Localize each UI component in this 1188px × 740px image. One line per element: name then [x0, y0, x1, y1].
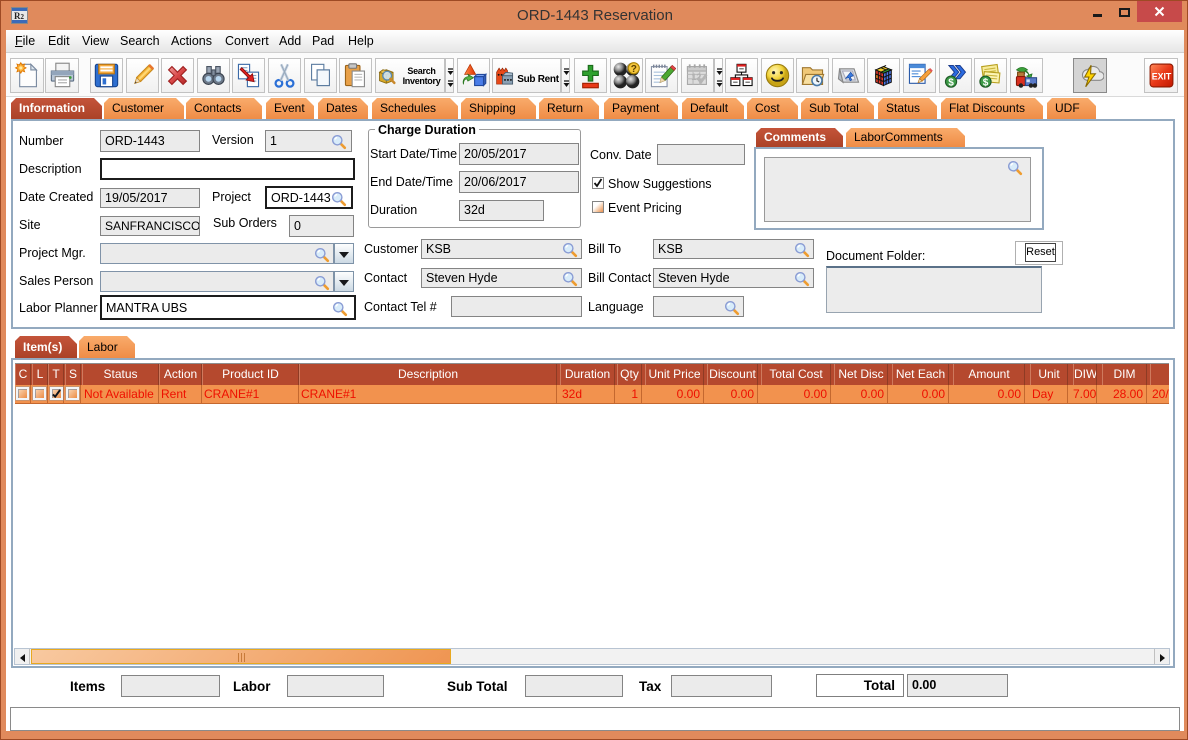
- svg-text:$: $: [983, 77, 989, 88]
- svg-text:?: ?: [631, 64, 637, 75]
- svg-text:$: $: [948, 77, 954, 88]
- svg-text:EXIT: EXIT: [1151, 72, 1171, 82]
